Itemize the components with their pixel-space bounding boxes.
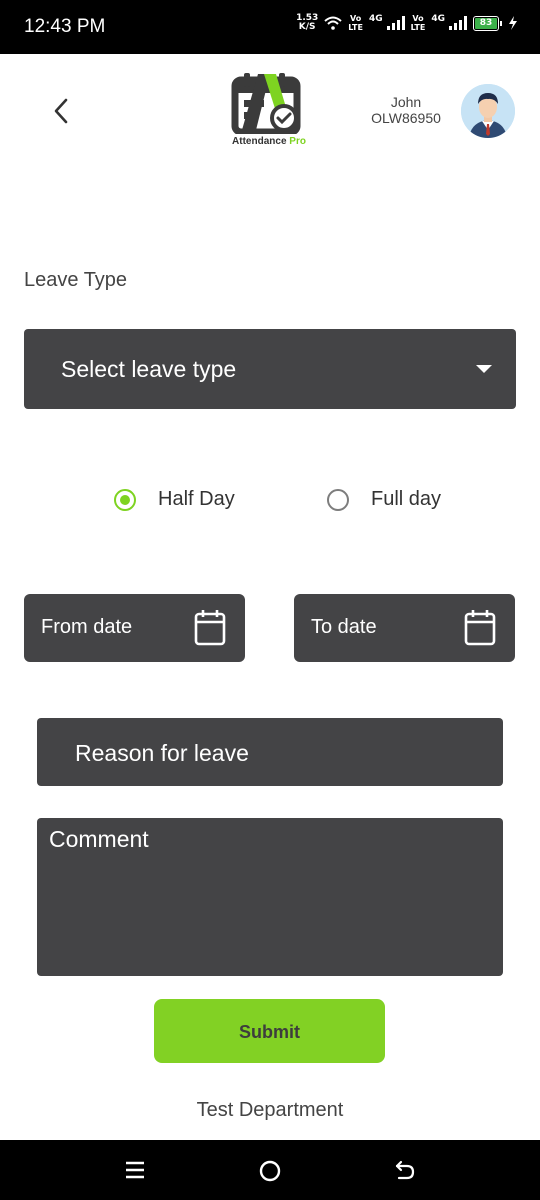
submit-label: Submit [239, 1022, 300, 1042]
battery-level: 83 [475, 17, 497, 29]
wifi-icon [324, 16, 342, 30]
radio-selected-icon [114, 488, 136, 511]
radio-unselected-icon [327, 488, 349, 511]
to-date-field[interactable]: To date [294, 594, 515, 662]
sim2-volte: Vo LTE [410, 14, 426, 32]
status-icons: 1.53 K/S Vo LTE 4G Vo LTE 4G 83 [296, 14, 518, 32]
status-time: 12:43 PM [24, 16, 106, 37]
battery-icon: 83 [473, 15, 502, 31]
leave-type-placeholder: Select leave type [61, 356, 237, 382]
back-arrow-icon[interactable] [48, 94, 76, 128]
user-avatar-icon [461, 84, 515, 138]
user-name: John [390, 94, 422, 110]
calendar-check-icon [231, 73, 301, 136]
system-nav-bar [0, 1140, 540, 1200]
from-date-field[interactable]: From date [24, 594, 245, 662]
department-name: Test Department [196, 1099, 344, 1121]
charging-icon [509, 16, 517, 30]
calendar-icon [464, 610, 496, 646]
dropdown-caret-icon [476, 365, 492, 373]
status-bar: 12:43 PM 1.53 K/S Vo LTE 4G Vo LTE 4G 83 [0, 0, 540, 54]
radio-full-day[interactable]: Full day [327, 488, 441, 511]
comment-textarea[interactable]: Comment [37, 818, 503, 976]
logo-text: Attendance Pro [232, 136, 306, 147]
comment-placeholder: Comment [49, 826, 149, 852]
avatar[interactable] [461, 84, 515, 138]
sim1-network-type: 4G [368, 14, 383, 24]
radio-half-day[interactable]: Half Day [114, 488, 235, 511]
radio-half-day-label: Half Day [158, 488, 235, 510]
sim1-volte: Vo LTE [348, 14, 363, 32]
home-icon[interactable] [258, 1159, 282, 1183]
leave-type-select[interactable]: Select leave type [24, 329, 516, 409]
reason-placeholder: Reason for leave [75, 740, 249, 766]
to-date-placeholder: To date [311, 616, 377, 638]
radio-full-day-label: Full day [371, 488, 442, 510]
sim2-network-type: 4G [431, 14, 445, 24]
leave-type-label: Leave Type [24, 269, 128, 291]
reason-input[interactable]: Reason for leave [37, 718, 503, 786]
from-date-placeholder: From date [41, 616, 133, 638]
signal-icon [386, 16, 405, 30]
submit-button[interactable]: Submit [154, 999, 385, 1063]
signal-icon [449, 16, 467, 30]
user-info: John OLW86950 [360, 94, 452, 126]
recent-apps-icon[interactable] [124, 1159, 146, 1181]
app-logo: Attendance Pro [226, 70, 312, 154]
user-id: OLW86950 [371, 110, 441, 126]
calendar-icon [194, 610, 226, 646]
back-nav-icon[interactable] [394, 1159, 416, 1181]
network-speed: 1.53 K/S [296, 13, 319, 32]
